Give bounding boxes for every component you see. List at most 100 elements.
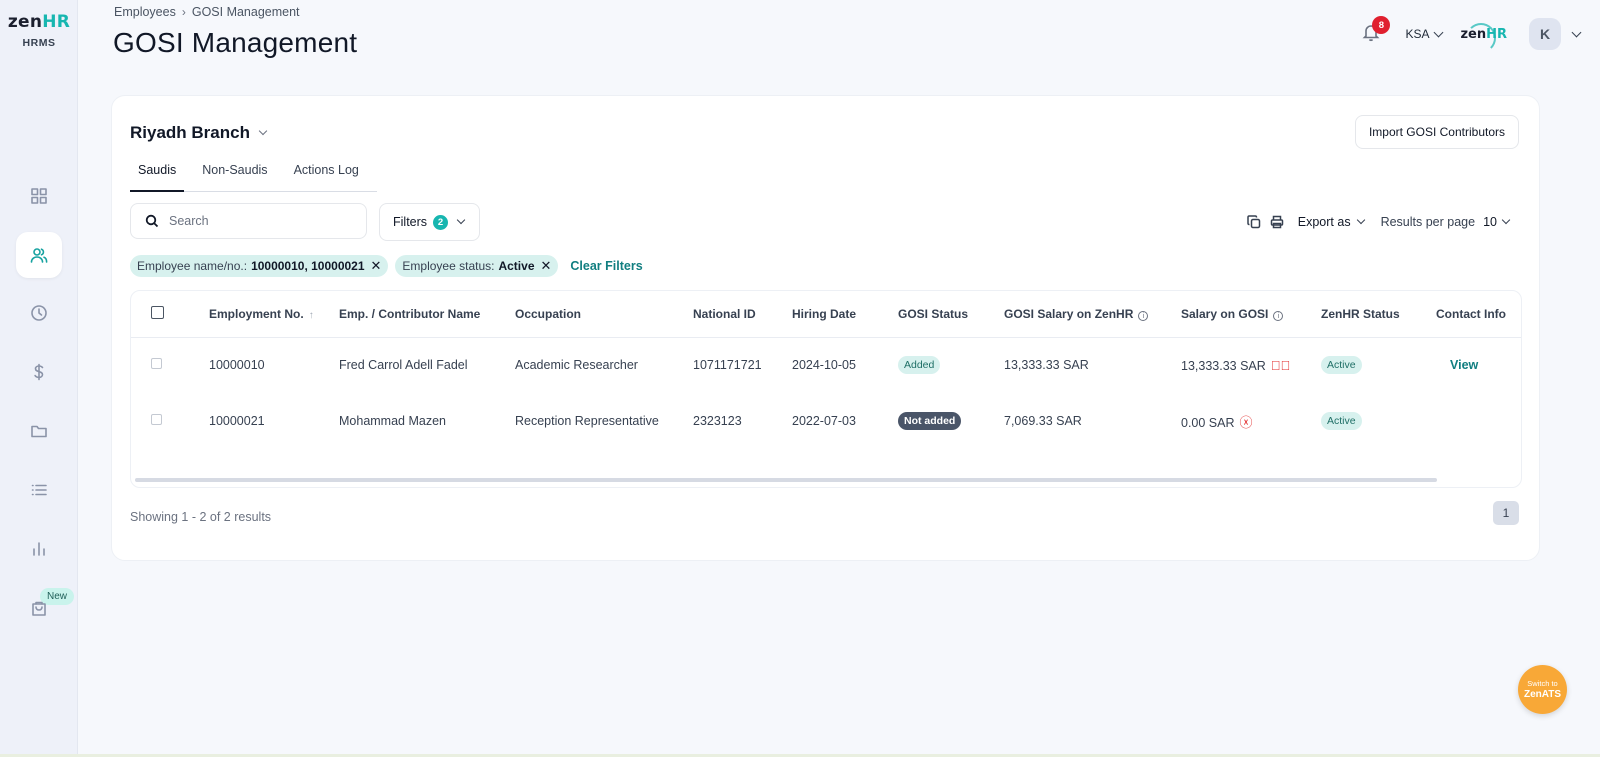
- breadcrumb-employees[interactable]: Employees: [114, 5, 176, 19]
- info-icon[interactable]: i: [1138, 310, 1149, 321]
- tab-non-saudis[interactable]: Non-Saudis: [194, 153, 275, 191]
- national-id-cell: 1071171721: [693, 358, 762, 373]
- table-row[interactable]: 10000021 Mohammad Mazen Reception Repres…: [131, 393, 1521, 449]
- column-header-zenhr-status[interactable]: ZenHR Status: [1321, 291, 1436, 338]
- filters-count-badge: 2: [433, 214, 449, 230]
- zenhr-brand-icon: zenHR: [1460, 22, 1507, 53]
- country-selector[interactable]: KSA: [1405, 27, 1444, 41]
- sidebar-item-documents[interactable]: [16, 408, 62, 454]
- employees-table: Employment No. ↑ Emp. / Contributor Name …: [130, 290, 1522, 488]
- employment-no-cell: 10000021: [209, 414, 265, 428]
- zenhr-logo[interactable]: zenHR HRMS: [0, 12, 78, 49]
- pagination-summary: Showing 1 - 2 of 2 results: [130, 510, 272, 524]
- folder-icon: [31, 425, 47, 438]
- tab-saudis[interactable]: Saudis: [130, 153, 185, 192]
- sidebar-item-marketplace[interactable]: [16, 585, 62, 631]
- gosi-status-badge: Not added: [898, 412, 962, 430]
- copy-button[interactable]: [1247, 215, 1261, 229]
- row-checkbox[interactable]: [151, 414, 162, 425]
- tab-actions-log[interactable]: Actions Log: [286, 153, 367, 191]
- chevron-down-icon: [1434, 27, 1444, 37]
- dashboard-icon: [31, 188, 47, 204]
- close-icon[interactable]: ✕: [371, 258, 382, 274]
- filters-button[interactable]: Filters 2: [379, 203, 480, 241]
- check-circle-icon: ✓⃝: [1270, 357, 1291, 373]
- topbar: 8 KSA zenHR K: [1361, 16, 1582, 53]
- logo-subtitle: HRMS: [22, 37, 56, 49]
- sidebar-item-time[interactable]: [16, 290, 62, 336]
- import-gosi-contributors-button[interactable]: Import GOSI Contributors: [1354, 115, 1519, 149]
- breadcrumb: Employees › GOSI Management: [114, 5, 300, 19]
- column-header-name[interactable]: Emp. / Contributor Name: [339, 291, 515, 338]
- column-header-gosi-status[interactable]: GOSI Status: [898, 291, 1004, 338]
- print-icon: [1270, 215, 1284, 229]
- filter-chip-value: 10000010, 10000021: [251, 259, 365, 273]
- filter-chip-value: Active: [498, 259, 535, 273]
- column-header-occupation[interactable]: Occupation: [515, 291, 693, 338]
- table-tools: Export as Results per page 10: [1247, 215, 1511, 229]
- column-header-hiring-date[interactable]: Hiring Date: [792, 291, 898, 338]
- results-per-page-label: Results per page: [1380, 215, 1476, 229]
- chevron-down-icon: [456, 215, 466, 225]
- view-contact-link[interactable]: [1436, 414, 1450, 428]
- table-row[interactable]: 10000010 Fred Carrol Adell Fadel Academi…: [131, 337, 1521, 393]
- view-contact-link[interactable]: View: [1436, 358, 1478, 372]
- people-icon: [30, 248, 48, 263]
- hiring-date-cell: 2022-07-03: [792, 414, 856, 428]
- column-header-salary-on-gosi[interactable]: Salary on GOSI i: [1181, 291, 1321, 338]
- info-icon[interactable]: i: [1273, 310, 1284, 321]
- column-header-gosi-salary-zenhr[interactable]: GOSI Salary on ZenHR i: [1004, 291, 1181, 338]
- employee-name-cell: Mohammad Mazen: [339, 414, 446, 428]
- branch-selector[interactable]: Riyadh Branch: [130, 123, 268, 143]
- export-label: Export as: [1297, 215, 1351, 229]
- notifications-button[interactable]: 8: [1361, 16, 1391, 46]
- filter-chip-employee-status: Employee status: Active ✕: [395, 255, 559, 277]
- chevron-right-icon: ›: [181, 5, 186, 19]
- table-header-row: Employment No. ↑ Emp. / Contributor Name …: [131, 291, 1521, 338]
- gosi-salary-zenhr-cell: 7,069.33 SAR: [1004, 414, 1082, 428]
- search-icon: [145, 214, 159, 228]
- sidebar-item-payroll[interactable]: [16, 349, 62, 395]
- chevron-down-icon: [1501, 215, 1511, 225]
- search-input[interactable]: [169, 214, 349, 228]
- page-button-1[interactable]: 1: [1493, 501, 1519, 525]
- branch-name: Riyadh Branch: [130, 123, 250, 142]
- chevron-down-icon: [1356, 215, 1365, 225]
- active-filters: Employee name/no.: 10000010, 10000021 ✕ …: [130, 255, 643, 277]
- results-per-page-value: 10: [1483, 215, 1497, 229]
- occupation-cell: Academic Researcher: [515, 358, 638, 373]
- clear-filters-link[interactable]: Clear Filters: [570, 259, 642, 273]
- tabs: Saudis Non-Saudis Actions Log: [130, 153, 377, 192]
- horizontal-scrollbar[interactable]: [135, 478, 1437, 482]
- sidebar-item-reports[interactable]: [16, 526, 62, 572]
- dollar-icon: [34, 363, 44, 381]
- results-per-page-select[interactable]: 10: [1483, 215, 1511, 229]
- sidebar: zenHR HRMS New: [0, 0, 78, 757]
- row-checkbox[interactable]: [151, 358, 162, 370]
- column-header-employment-no[interactable]: Employment No. ↑: [209, 291, 339, 338]
- gosi-salary-zenhr-cell: 13,333.33 SAR: [1004, 358, 1089, 373]
- sidebar-item-lists[interactable]: [16, 467, 62, 513]
- logo-wordmark: zenHR: [7, 12, 71, 32]
- switch-label-line2: ZenATS: [1523, 689, 1562, 700]
- avatar[interactable]: K: [1529, 18, 1561, 50]
- occupation-cell: Reception Representative: [515, 414, 659, 428]
- select-all-checkbox[interactable]: [151, 305, 164, 319]
- sidebar-item-employees[interactable]: [16, 232, 62, 278]
- national-id-cell: 2323123: [693, 414, 742, 428]
- gosi-card: Riyadh Branch Import GOSI Contributors S…: [111, 95, 1540, 561]
- sidebar-item-dashboard[interactable]: [16, 173, 62, 219]
- x-circle-icon: ⓧ: [1239, 414, 1253, 430]
- notification-count-badge: 8: [1372, 16, 1391, 34]
- close-icon[interactable]: ✕: [541, 258, 552, 274]
- print-button[interactable]: [1270, 215, 1284, 229]
- column-header-national-id[interactable]: National ID: [693, 291, 792, 338]
- column-header-contact-info: Contact Info: [1436, 291, 1521, 338]
- switch-to-zenats-button[interactable]: Switch to ZenATS: [1518, 665, 1567, 714]
- employment-no-cell: 10000010: [209, 358, 265, 373]
- export-dropdown[interactable]: Export as: [1297, 215, 1365, 229]
- zenhr-status-badge: Active: [1321, 412, 1362, 430]
- breadcrumb-current: GOSI Management: [191, 5, 300, 19]
- filter-chip-key: Employee status:: [402, 259, 495, 273]
- user-menu-chevron-icon[interactable]: [1571, 27, 1582, 37]
